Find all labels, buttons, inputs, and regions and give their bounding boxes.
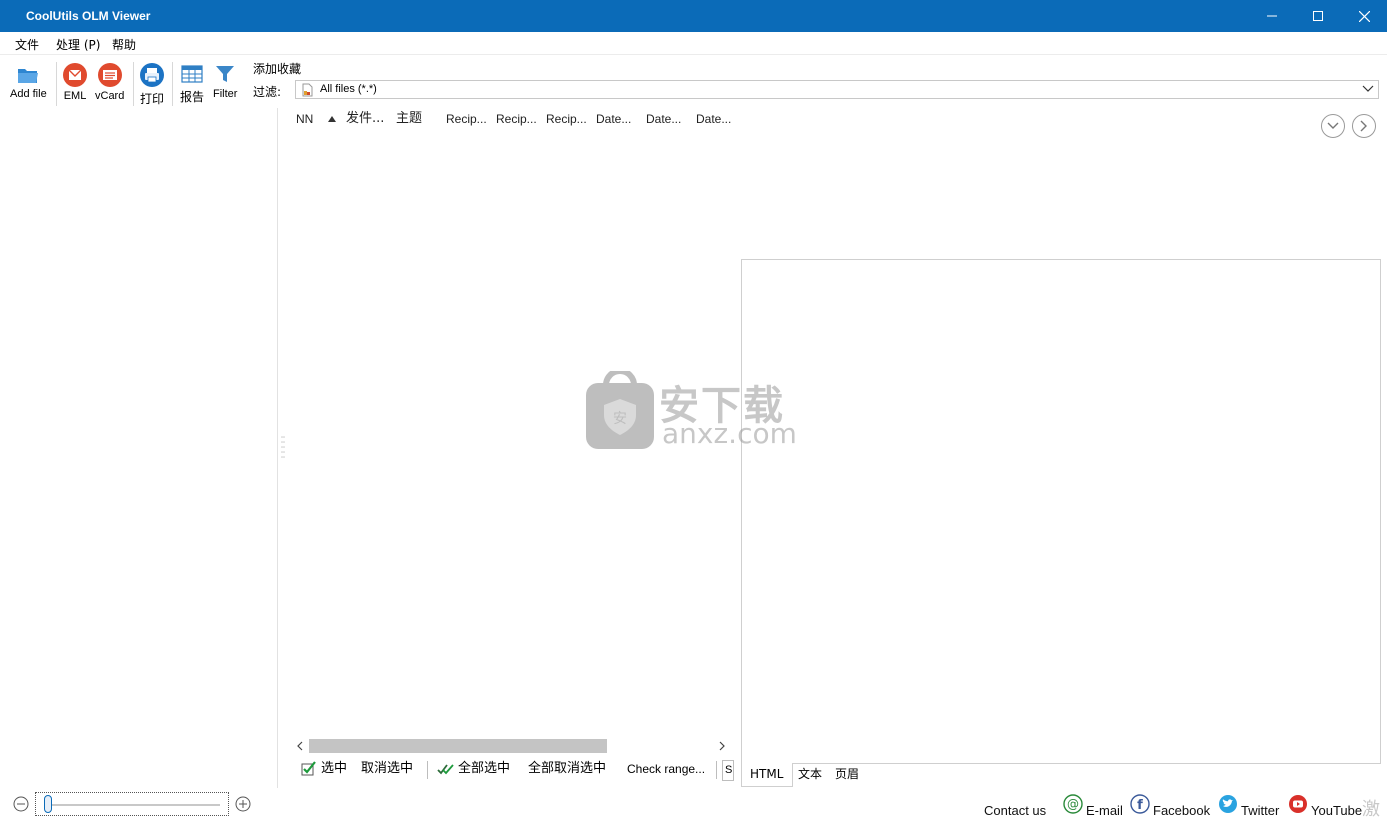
column-header-recipient[interactable]: Recip... (446, 109, 494, 129)
scroll-left-arrow-icon[interactable] (296, 739, 304, 753)
next-message-button[interactable] (1321, 114, 1345, 138)
deselect-button[interactable]: 取消选中 (361, 759, 413, 781)
close-button[interactable] (1341, 0, 1387, 32)
print-button[interactable]: 打印 (139, 62, 165, 107)
svg-text:安: 安 (613, 411, 627, 427)
menu-file[interactable]: 文件 (15, 36, 39, 53)
title-bar: CoolUtils OLM Viewer (0, 0, 1387, 32)
column-header-date[interactable]: Date... (696, 109, 736, 129)
minimize-button[interactable] (1249, 0, 1295, 32)
email-link[interactable]: E-mail (1086, 803, 1123, 818)
window-title: CoolUtils OLM Viewer (26, 9, 151, 23)
tab-html[interactable]: HTML (741, 763, 793, 787)
favorites-label[interactable]: 添加收藏 (253, 60, 301, 77)
folder-open-icon (18, 69, 39, 83)
minimize-icon (1267, 15, 1277, 17)
eml-button[interactable]: EML (62, 62, 88, 102)
zoom-slider-knob[interactable] (44, 795, 52, 813)
twitter-icon[interactable] (1218, 794, 1238, 814)
youtube-link[interactable]: YouTube (1311, 803, 1362, 818)
tab-text[interactable]: 文本 (790, 763, 830, 787)
column-header-recipient[interactable]: Recip... (546, 109, 594, 129)
select-all-button[interactable]: 全部选中 (458, 759, 510, 781)
scrollbar-thumb[interactable] (309, 739, 607, 753)
deselect-all-button[interactable]: 全部取消选中 (528, 759, 606, 781)
youtube-icon[interactable] (1288, 794, 1308, 814)
chevron-right-circle-icon (1360, 120, 1367, 132)
checkbox-checked-icon (301, 761, 316, 776)
message-list-hscrollbar[interactable] (294, 738, 734, 754)
report-table-icon (181, 65, 203, 83)
watermark: 安 安下载 anxz.com (584, 371, 804, 453)
document-icon (302, 83, 313, 97)
app-icon (8, 11, 22, 22)
maximize-button[interactable] (1295, 0, 1341, 32)
contact-us-link[interactable]: Contact us (984, 803, 1046, 818)
selection-separator (427, 761, 428, 779)
add-file-button[interactable]: Add file (10, 64, 47, 100)
column-header-subject[interactable]: 主题 (396, 109, 444, 129)
column-header-date[interactable]: Date... (596, 109, 644, 129)
chevron-down-circle-icon (1327, 122, 1339, 129)
toolbar-separator (133, 62, 134, 106)
zoom-out-icon[interactable] (13, 796, 29, 812)
watermark-shield-icon: 安 (586, 371, 654, 449)
toolbar-separator (56, 62, 57, 106)
message-list-header: NN 发件... 主题 Recip... Recip... Recip... D… (292, 109, 734, 129)
double-check-icon (437, 764, 454, 775)
menu-process[interactable]: 处理 (P) (56, 36, 100, 53)
column-header-nn[interactable]: NN (296, 109, 332, 129)
column-header-sender[interactable]: 发件... (346, 109, 394, 129)
splitter-grip[interactable] (281, 435, 285, 461)
column-header-date[interactable]: Date... (646, 109, 694, 129)
zoom-slider-track (46, 804, 220, 806)
check-range-button[interactable]: Check range... (627, 759, 705, 781)
scroll-right-arrow-icon[interactable] (718, 739, 726, 753)
filter-value: All files (*.*) (320, 83, 377, 95)
twitter-link[interactable]: Twitter (1241, 803, 1279, 818)
message-preview-pane[interactable] (741, 259, 1381, 764)
svg-text:f: f (1137, 798, 1143, 813)
filter-funnel-icon (216, 66, 235, 82)
facebook-link[interactable]: Facebook (1153, 803, 1210, 818)
filter-label: 过滤: (253, 85, 282, 99)
select-button[interactable]: 选中 (321, 759, 347, 781)
close-icon (1358, 10, 1370, 22)
svg-text:@: @ (1067, 797, 1079, 811)
dropdown-arrow-icon (1362, 85, 1374, 92)
toolbar-separator (172, 62, 173, 106)
column-header-recipient[interactable]: Recip... (496, 109, 544, 129)
activation-watermark-text: 激 (1362, 799, 1380, 820)
selection-separator (716, 761, 717, 779)
folder-tree-panel[interactable] (0, 108, 278, 788)
forward-button[interactable] (1352, 114, 1376, 138)
maximize-icon (1313, 11, 1323, 21)
menu-help[interactable]: 帮助 (112, 36, 136, 53)
zoom-slider[interactable] (35, 792, 229, 816)
sort-ascending-icon (328, 116, 336, 122)
report-button[interactable]: 报告 (180, 62, 204, 105)
tab-header[interactable]: 页眉 (827, 763, 867, 787)
email-at-icon[interactable]: @ (1063, 794, 1083, 814)
vcard-icon (97, 63, 122, 87)
eml-envelope-icon (63, 63, 87, 87)
search-field[interactable]: S (722, 760, 734, 781)
menu-bar: 文件 处理 (P) 帮助 (0, 32, 1387, 55)
vcard-button[interactable]: vCard (95, 62, 124, 102)
filter-dropdown[interactable]: All files (*.*) (295, 80, 1379, 99)
filter-button[interactable]: Filter (213, 62, 237, 100)
facebook-icon[interactable]: f (1130, 794, 1150, 814)
zoom-in-icon[interactable] (235, 796, 251, 812)
printer-icon (140, 63, 164, 87)
